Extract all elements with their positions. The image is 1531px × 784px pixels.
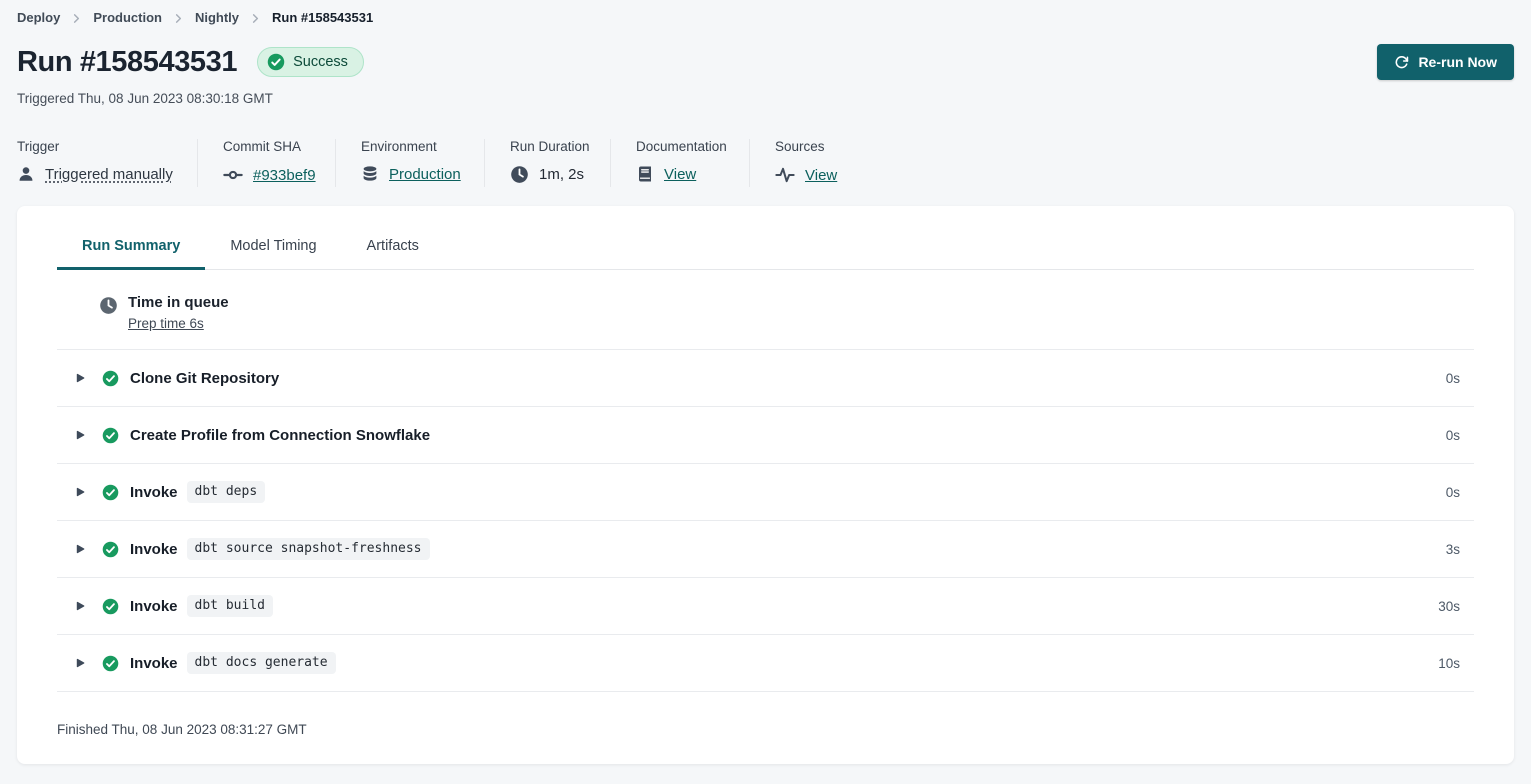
metadata-label: Run Duration [510,139,610,154]
metadata-value-row: Triggered manually [17,165,197,183]
success-check-icon [102,541,119,558]
step-row: Invoke dbt build 30s [57,578,1474,635]
metadata-label: Commit SHA [223,139,335,154]
clock-icon [99,296,118,315]
success-check-icon [102,598,119,615]
step-duration: 30s [1438,599,1474,614]
clock-icon [510,165,529,184]
rerun-now-label: Re-run Now [1418,54,1497,70]
page-header: Deploy Production Nightly Run #158543531… [0,0,1531,187]
metadata-value-row: View [775,165,837,185]
breadcrumb-item-run-158543531[interactable]: Run #158543531 [272,10,373,25]
success-check-icon [102,484,119,501]
metadata-column: Commit SHA #933bef9 [223,139,336,187]
run-summary-card: Run Summary Model Timing Artifacts Time … [17,206,1514,764]
tab-run-summary[interactable]: Run Summary [57,234,205,270]
step-row: Invoke dbt docs generate 10s [57,635,1474,692]
success-check-icon [102,427,119,444]
tab-artifacts[interactable]: Artifacts [342,234,444,270]
step-name: Clone Git Repository [130,370,279,387]
metadata-label: Documentation [636,139,749,154]
metadata-value[interactable]: Triggered manually [45,166,173,183]
metadata-value-row: View [636,165,749,183]
page-title: Run #158543531 [17,46,237,79]
expand-caret-icon[interactable] [73,543,86,556]
step-command-chip: dbt build [187,595,273,617]
book-icon [636,165,654,183]
step-name: Invoke [130,484,178,501]
step-duration: 0s [1446,428,1474,443]
breadcrumb: Deploy Production Nightly Run #158543531 [17,10,1514,25]
breadcrumb-item-production[interactable]: Production [93,10,162,25]
chevron-right-icon [250,13,261,24]
expand-caret-icon[interactable] [73,486,86,499]
metadata-value[interactable]: View [805,167,837,184]
metadata-value[interactable]: View [664,166,696,183]
step-duration: 3s [1446,542,1474,557]
metadata-column: Sources View [775,139,837,187]
success-check-icon [102,370,119,387]
run-detail-page: Deploy Production Nightly Run #158543531… [0,0,1531,784]
rerun-now-button[interactable]: Re-run Now [1377,44,1514,80]
step-command-chip: dbt docs generate [187,652,336,674]
step-row: Invoke dbt deps 0s [57,464,1474,521]
metadata-value-row: #933bef9 [223,165,335,185]
pulse-icon [775,165,795,185]
metadata-label: Environment [361,139,484,154]
chevron-right-icon [71,13,82,24]
step-row: Clone Git Repository 0s [57,350,1474,407]
step-command-chip: dbt deps [187,481,266,503]
prep-time-link[interactable]: Prep time 6s [128,316,204,331]
triggered-timestamp: Triggered Thu, 08 Jun 2023 08:30:18 GMT [17,91,1514,106]
metadata-column: Trigger Triggered manually [17,139,198,187]
metadata-label: Trigger [17,139,197,154]
step-row: Create Profile from Connection Snowflake… [57,407,1474,464]
breadcrumb-item-nightly[interactable]: Nightly [195,10,239,25]
success-check-icon [267,53,285,71]
time-in-queue-row: Time in queue Prep time 6s [57,270,1474,350]
metadata-value[interactable]: #933bef9 [253,167,316,184]
step-row: Invoke dbt source snapshot-freshness 3s [57,521,1474,578]
step-name: Invoke [130,541,178,558]
chevron-right-icon [173,13,184,24]
status-badge: Success [257,47,364,77]
metadata-column: Environment Production [361,139,485,187]
time-in-queue-content: Time in queue Prep time 6s [128,294,229,333]
queue-title: Time in queue [128,294,229,311]
step-command-chip: dbt source snapshot-freshness [187,538,430,560]
metadata-value-row: 1m, 2s [510,165,610,184]
user-icon [17,165,35,183]
step-duration: 0s [1446,371,1474,386]
step-name: Invoke [130,655,178,672]
breadcrumb-item-deploy[interactable]: Deploy [17,10,60,25]
steps-list: Clone Git Repository 0s Create Profile f… [57,350,1474,692]
success-check-icon [102,655,119,672]
title-row: Run #158543531 Success Re-run Now [17,44,1514,80]
step-duration: 10s [1438,656,1474,671]
step-name: Create Profile from Connection Snowflake [130,427,430,444]
finished-timestamp: Finished Thu, 08 Jun 2023 08:31:27 GMT [57,692,1474,737]
step-duration: 0s [1446,485,1474,500]
metadata-column: Documentation View [636,139,750,187]
expand-caret-icon[interactable] [73,429,86,442]
refresh-icon [1394,55,1409,70]
metadata-value[interactable]: Production [389,166,461,183]
metadata-value-row: Production [361,165,484,183]
tab-bar: Run Summary Model Timing Artifacts [57,234,1474,270]
run-metadata-row: Trigger Triggered manually Commit SHA #9… [17,139,1514,187]
expand-caret-icon[interactable] [73,657,86,670]
step-name: Invoke [130,598,178,615]
tab-model-timing[interactable]: Model Timing [205,234,341,270]
metadata-value: 1m, 2s [539,166,584,183]
metadata-label: Sources [775,139,837,154]
expand-caret-icon[interactable] [73,600,86,613]
commit-icon [223,165,243,185]
metadata-column: Run Duration 1m, 2s [510,139,611,187]
expand-caret-icon[interactable] [73,372,86,385]
status-badge-label: Success [293,54,348,70]
database-icon [361,165,379,183]
